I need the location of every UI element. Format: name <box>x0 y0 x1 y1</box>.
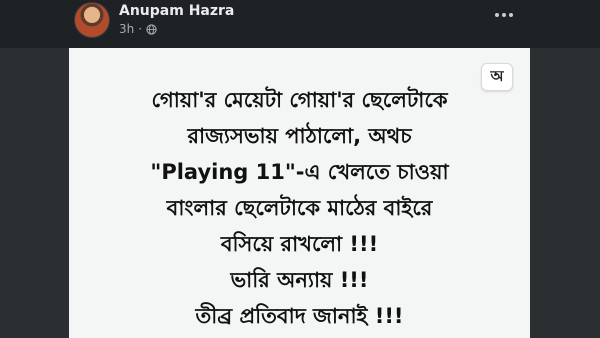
more-options-icon[interactable] <box>491 5 517 25</box>
text-line: বাংলার ছেলেটাকে মাঠের বাইরে <box>166 196 433 220</box>
author-name[interactable]: Anupam Hazra <box>119 3 234 19</box>
post-time[interactable]: 3h <box>119 22 134 36</box>
image-text: গোয়া'র মেয়েটা গোয়া'র ছেলেটাকে রাজ্যসভ… <box>69 82 530 334</box>
text-line: তীব্র প্রতিবাদ জানাই !!! <box>195 304 404 328</box>
text-line: ভারি অন্যায় !!! <box>230 268 369 292</box>
post-header: Anupam Hazra 3h · <box>0 0 600 48</box>
text-line: রাজ্যসভায় পাঠালো, অথচ <box>187 124 412 148</box>
text-line: "Playing 11"-এ খেলতে চাওয়া <box>150 160 449 184</box>
globe-icon <box>146 23 157 35</box>
post-meta: 3h · <box>119 22 157 36</box>
text-line: গোয়া'র মেয়েটা গোয়া'র ছেলেটাকে <box>151 88 448 112</box>
author-avatar[interactable] <box>74 2 110 38</box>
text-line: বসিয়ে রাখলো !!! <box>220 232 379 256</box>
